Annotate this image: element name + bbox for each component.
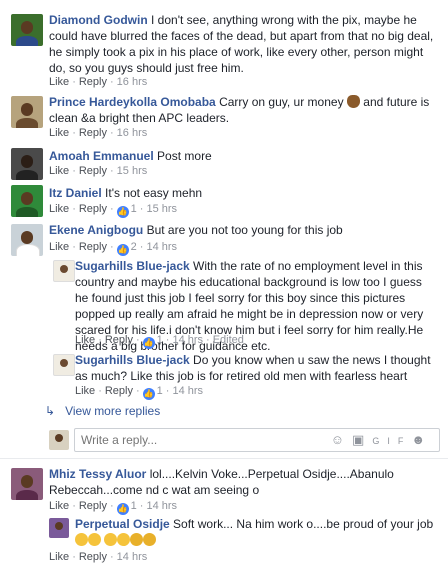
- reply-author[interactable]: Sugarhills Blue-jack: [75, 353, 190, 367]
- avatar[interactable]: [53, 354, 75, 376]
- reply-button[interactable]: Reply: [79, 203, 107, 215]
- avatar[interactable]: [11, 96, 43, 128]
- comment: Mhiz Tessy Aluor lol....Kelvin Voke...Pe…: [0, 466, 448, 515]
- timestamp[interactable]: 15 hrs: [146, 203, 177, 215]
- gif-icon[interactable]: GIF: [372, 436, 411, 446]
- edited-label[interactable]: Edited: [213, 334, 244, 346]
- laughing-emoji-icon: [75, 533, 88, 546]
- comment: Prince Hardeykolla Omobaba Carry on guy,…: [0, 94, 448, 140]
- comment-author[interactable]: Diamond Godwin: [49, 13, 148, 27]
- comment-author[interactable]: Itz Daniel: [49, 186, 102, 200]
- reaction-count[interactable]: 1: [131, 203, 137, 215]
- reaction-count[interactable]: 2: [131, 241, 137, 253]
- comment-author[interactable]: Ekene Anigbogu: [49, 223, 143, 237]
- like-button[interactable]: Like: [49, 551, 69, 563]
- emoji-icon[interactable]: ☺: [331, 432, 352, 447]
- cool-emoji-icon: [143, 533, 157, 546]
- laughing-emoji-icon: [117, 533, 131, 546]
- reaction-count[interactable]: 1: [157, 385, 163, 397]
- avatar[interactable]: [11, 14, 43, 46]
- timestamp[interactable]: 16 hrs: [117, 76, 148, 88]
- comment-text: It's not easy mehn: [105, 186, 203, 200]
- avatar[interactable]: [49, 518, 69, 538]
- comment-author[interactable]: Amoah Emmanuel: [49, 149, 154, 163]
- thumbs-up-icon[interactable]: 👍: [142, 388, 155, 400]
- comment-actions: Like · Reply · 👍 1 · 14 hrs: [49, 500, 178, 515]
- comment-author[interactable]: Prince Hardeykolla Omobaba: [49, 95, 216, 109]
- like-button[interactable]: Like: [49, 76, 69, 88]
- like-button[interactable]: Like: [75, 334, 95, 346]
- reply-actions: Like · Reply · 👍 1 · 14 hrs · Edited: [75, 334, 244, 349]
- comment: Itz Daniel It's not easy mehn Like · Reply…: [0, 183, 448, 218]
- like-button[interactable]: Like: [49, 241, 69, 253]
- reply-button[interactable]: Reply: [79, 241, 107, 253]
- comment-author[interactable]: Mhiz Tessy Aluor: [49, 467, 146, 481]
- reply-button[interactable]: Reply: [105, 334, 133, 346]
- reply: Sugarhills Blue-jack With the rate of no…: [0, 258, 448, 353]
- thumbs-up-icon[interactable]: 👍: [142, 337, 155, 349]
- laughing-emoji-icon: [104, 533, 118, 546]
- thumbs-up-icon[interactable]: 👍: [116, 206, 129, 218]
- reply-button[interactable]: Reply: [79, 76, 107, 88]
- like-button[interactable]: Like: [49, 165, 69, 177]
- reply-button[interactable]: Reply: [79, 165, 107, 177]
- reply-composer[interactable]: ☺▣GIF☻: [74, 428, 440, 452]
- user-avatar: [49, 430, 69, 450]
- timestamp[interactable]: 14 hrs: [117, 551, 148, 563]
- comment: Amoah Emmanuel Post more Like · Reply · 15 h…: [0, 146, 448, 180]
- cool-emoji-icon: [130, 533, 144, 546]
- avatar[interactable]: [11, 224, 43, 256]
- reply-arrow-icon: ↳: [45, 404, 56, 418]
- reply: Sugarhills Blue-jack Do you know when u …: [0, 352, 448, 400]
- view-more-replies[interactable]: ↳ View more replies: [45, 403, 160, 419]
- comment-text: But are you not too young for this job: [146, 223, 343, 237]
- reply-button[interactable]: Reply: [79, 551, 107, 563]
- like-button[interactable]: Like: [75, 385, 95, 397]
- money-bag-icon: [346, 95, 360, 108]
- timestamp[interactable]: 14 hrs: [146, 241, 177, 253]
- reply-button[interactable]: Reply: [79, 127, 107, 139]
- camera-icon[interactable]: ▣: [352, 432, 372, 447]
- thumbs-up-icon[interactable]: 👍: [116, 503, 129, 515]
- timestamp[interactable]: 14 hrs: [146, 500, 177, 512]
- comment: Ekene Anigbogu But are you not too young…: [0, 222, 448, 256]
- reply-text: Soft work... Na him work o....be proud o…: [173, 517, 434, 531]
- avatar[interactable]: [11, 148, 43, 180]
- avatar[interactable]: [53, 260, 75, 282]
- avatar[interactable]: [11, 185, 43, 217]
- reply-button[interactable]: Reply: [79, 500, 107, 512]
- reply-actions: Like · Reply · 14 hrs: [49, 551, 148, 563]
- like-button[interactable]: Like: [49, 203, 69, 215]
- reply-input[interactable]: [81, 432, 321, 448]
- comment-actions: Like · Reply · 👍 2 · 14 hrs: [49, 241, 178, 256]
- like-button[interactable]: Like: [49, 127, 69, 139]
- laughing-emoji-icon: [88, 533, 101, 546]
- timestamp[interactable]: 15 hrs: [117, 165, 148, 177]
- reaction-count[interactable]: 1: [131, 500, 137, 512]
- reply-author[interactable]: Sugarhills Blue-jack: [75, 259, 190, 273]
- thumbs-up-icon[interactable]: 👍: [116, 244, 129, 256]
- comment: Diamond Godwin I don't see, anything wro…: [0, 12, 448, 88]
- comment-text: Carry on guy, ur money: [219, 95, 344, 109]
- timestamp[interactable]: 14 hrs: [172, 385, 203, 397]
- comment-actions: Like · Reply · 16 hrs: [49, 76, 148, 88]
- timestamp[interactable]: 14 hrs: [172, 334, 203, 346]
- comment-actions: Like · Reply · 👍 1 · 15 hrs: [49, 203, 178, 218]
- avatar[interactable]: [11, 468, 43, 500]
- comment-actions: Like · Reply · 15 hrs: [49, 165, 148, 177]
- timestamp[interactable]: 16 hrs: [117, 127, 148, 139]
- reply: Perpetual Osidje Soft work... Na him wor…: [0, 516, 448, 563]
- comment-actions: Like · Reply · 16 hrs: [49, 127, 148, 139]
- like-button[interactable]: Like: [49, 500, 69, 512]
- reply-actions: Like · Reply · 👍 1 · 14 hrs: [75, 385, 204, 400]
- divider: [0, 458, 448, 459]
- reply-button[interactable]: Reply: [105, 385, 133, 397]
- sticker-icon[interactable]: ☻: [411, 432, 433, 447]
- reaction-count[interactable]: 1: [157, 334, 163, 346]
- reply-author[interactable]: Perpetual Osidje: [75, 517, 170, 531]
- comment-text: Post more: [157, 149, 212, 163]
